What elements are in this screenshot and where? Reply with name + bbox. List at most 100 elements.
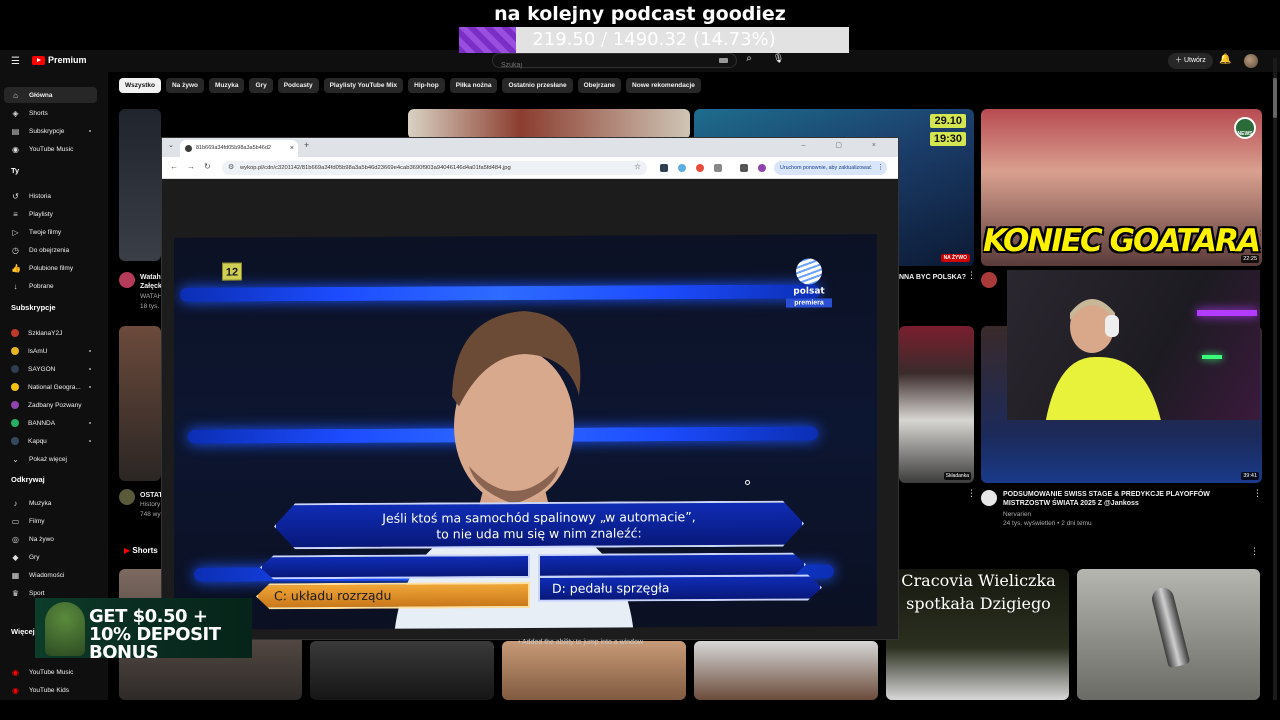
sidebar-item-bannda[interactable]: BANNDA (4, 415, 97, 431)
window-controls[interactable]: – ▢ × (802, 141, 890, 149)
video-channel[interactable]: Nervarien (1003, 511, 1031, 519)
sidebar-item-youtube-kids[interactable]: ◉ YouTube Kids (4, 682, 97, 698)
reload-icon[interactable]: ↻ (204, 162, 211, 171)
section-heading-you[interactable]: Ty (11, 166, 19, 175)
casino-ad-banner[interactable]: GET $0.50 + 10% DEPOSIT BONUS (35, 598, 252, 658)
sidebar-item-shorts[interactable]: ◈ Shorts (4, 105, 97, 121)
extension-4-icon[interactable] (714, 164, 722, 172)
more-options-icon[interactable]: ⋮ (967, 270, 976, 281)
chip-5[interactable]: Podcasty (277, 78, 319, 93)
browser-menu-icon[interactable]: ⋮ (877, 161, 884, 175)
short-thumbnail-5[interactable]: Cracovia Wieliczka spotkała Dzigiego (886, 569, 1069, 700)
chip-8[interactable]: Piłka nożna (449, 78, 498, 93)
extension-3-icon[interactable] (696, 164, 704, 172)
video-title[interactable]: OSTAT (140, 491, 162, 500)
section-heading-subscriptions[interactable]: Subskrypcje (11, 303, 56, 312)
sidebar-item-playlisty[interactable]: ≡ Playlisty (4, 206, 97, 222)
chip-11[interactable]: Nowe rekomendacje (626, 78, 701, 93)
search-button[interactable]: ⌕ (738, 53, 760, 68)
sidebar-item-kapqu[interactable]: Kapqu (4, 433, 97, 449)
video-channel[interactable]: WATAH (140, 293, 162, 301)
sidebar-item-subskrypcje[interactable]: ▤ Subskrypcje (4, 123, 97, 139)
sidebar-item-label: Historia (29, 192, 52, 200)
sidebar-item-wiadomości[interactable]: ▦ Wiadomości (4, 567, 97, 583)
tab-close-icon[interactable]: × (290, 140, 294, 157)
search-input[interactable] (493, 59, 713, 72)
section-heading-explore[interactable]: Odkrywaj (11, 475, 45, 484)
sidebar-item-historia[interactable]: ↺ Historia (4, 188, 97, 204)
short-thumbnail-4[interactable] (694, 641, 878, 700)
sidebar-item-szklanay2j[interactable]: SzklanaY2J (4, 325, 97, 341)
video-title[interactable]: PODSUMOWANIE SWISS STAGE & PREDYKCJE PLA… (1003, 490, 1248, 508)
more-options-icon[interactable]: ⋮ (1253, 488, 1262, 499)
account-avatar[interactable] (1244, 54, 1258, 68)
browser-tab[interactable]: 81b669a34fd05b98a3a5b46d2 × (180, 140, 298, 157)
video-channel[interactable]: History (140, 501, 162, 509)
hamburger-menu-icon[interactable]: ☰ (11, 56, 20, 67)
short-thumbnail-2[interactable] (310, 641, 494, 700)
sidebar-item-saygon[interactable]: SAYGON (4, 361, 97, 377)
notifications-bell-icon[interactable]: 🔔 (1219, 54, 1231, 65)
sidebar-item-youtube-music[interactable]: ◉ YouTube Music (4, 664, 97, 680)
channel-avatar[interactable] (119, 489, 135, 505)
sidebar-item-youtube-music[interactable]: ◉ YouTube Music (4, 141, 97, 157)
sidebar-item-na-żywo[interactable]: ◎ Na żywo (4, 531, 97, 547)
extension-5-icon[interactable] (740, 164, 748, 172)
sidebar-item-główna[interactable]: ⌂ Główna (4, 87, 97, 103)
chip-7[interactable]: Hip-hop (408, 78, 445, 93)
more-options-icon[interactable]: ⋮ (1250, 546, 1259, 557)
video-thumbnail-1[interactable] (119, 109, 161, 261)
video-thumbnail-6[interactable]: Składanka (899, 326, 974, 483)
sidebar-item-gry[interactable]: ◆ Gry (4, 549, 97, 565)
profile-icon[interactable] (758, 164, 766, 172)
short-caption: • Added the ability to jump into a windo… (518, 639, 644, 646)
chip-3[interactable]: Muzyka (209, 78, 245, 93)
sidebar-item-label: SAYGON (28, 365, 56, 373)
video-title[interactable]: NNA BYĆ POLSKA? (899, 273, 974, 282)
keyboard-icon[interactable] (719, 58, 728, 63)
back-icon[interactable]: ← (170, 162, 178, 171)
forward-icon[interactable]: → (187, 162, 195, 171)
microphone-icon[interactable]: 🎙 (771, 53, 786, 68)
video-thumbnail-4[interactable] (119, 326, 161, 481)
extension-2-icon[interactable] (678, 164, 686, 172)
sidebar-item-pobrane[interactable]: ↓ Pobrane (4, 278, 97, 294)
video-title[interactable]: Watah Załęck (140, 273, 162, 291)
sidebar-item-muzyka[interactable]: ♪ Muzyka (4, 495, 97, 511)
sidebar-item-isamu[interactable]: IsAmU (4, 343, 97, 359)
create-button[interactable]: ＋ Utwórz (1168, 53, 1213, 69)
youtube-logo[interactable]: Premium (32, 55, 87, 65)
chip-9[interactable]: Ostatnio przesłane (502, 78, 573, 93)
extension-1-icon[interactable] (660, 164, 668, 172)
sidebar-item-do-obejrzenia[interactable]: ◷ Do obejrzenia (4, 242, 97, 258)
short-thumbnail-6[interactable] (1077, 569, 1260, 700)
sidebar-item-twoje-filmy[interactable]: ▷ Twoje filmy (4, 224, 97, 240)
short-thumbnail-3[interactable] (502, 641, 686, 700)
chip-1[interactable]: Wszystko (119, 78, 161, 93)
update-button[interactable]: Uruchom ponownie, aby zaktualizować ⋮ (774, 161, 887, 175)
chip-4[interactable]: Gry (249, 78, 273, 93)
scrollbar-thumb[interactable] (1273, 78, 1277, 118)
video-thumbnail-2[interactable] (408, 109, 690, 139)
new-tab-icon[interactable]: + (304, 140, 309, 150)
tab-search-icon[interactable]: ⌄ (168, 141, 174, 149)
search-box[interactable] (492, 53, 737, 72)
channel-avatar[interactable] (981, 490, 997, 506)
video-thumbnail-5[interactable]: NEWS KONIEC GOATARA? 22:25 (981, 109, 1262, 266)
url-text[interactable]: wykop.pl/cdn/c3201142/81b669a34fd05b98a3… (240, 165, 511, 171)
sidebar-item-zadbany-pozwany[interactable]: Zadbany Pozwany (4, 397, 97, 413)
sidebar-item-filmy[interactable]: ▭ Filmy (4, 513, 97, 529)
chip-2[interactable]: Na żywo (165, 78, 204, 93)
chip-6[interactable]: Playlisty YouTube Mix (323, 78, 404, 93)
sidebar-item-national-geogra-[interactable]: National Geogra... (4, 379, 97, 395)
show-more-button[interactable]: ⌄ Pokaż więcej (4, 451, 97, 467)
site-info-icon[interactable]: ⚙ (228, 161, 234, 175)
bookmark-star-icon[interactable]: ☆ (634, 162, 641, 171)
more-options-icon[interactable]: ⋮ (967, 488, 976, 499)
page-scrollbar[interactable] (1273, 58, 1277, 700)
sidebar-item-polubione-filmy[interactable]: 👍 Polubione filmy (4, 260, 97, 276)
channel-avatar[interactable] (981, 272, 997, 288)
address-bar[interactable]: ⚙ wykop.pl/cdn/c3201142/81b669a34fd05b98… (222, 161, 647, 175)
channel-avatar[interactable] (119, 272, 135, 288)
chip-10[interactable]: Obejrzane (577, 78, 622, 93)
